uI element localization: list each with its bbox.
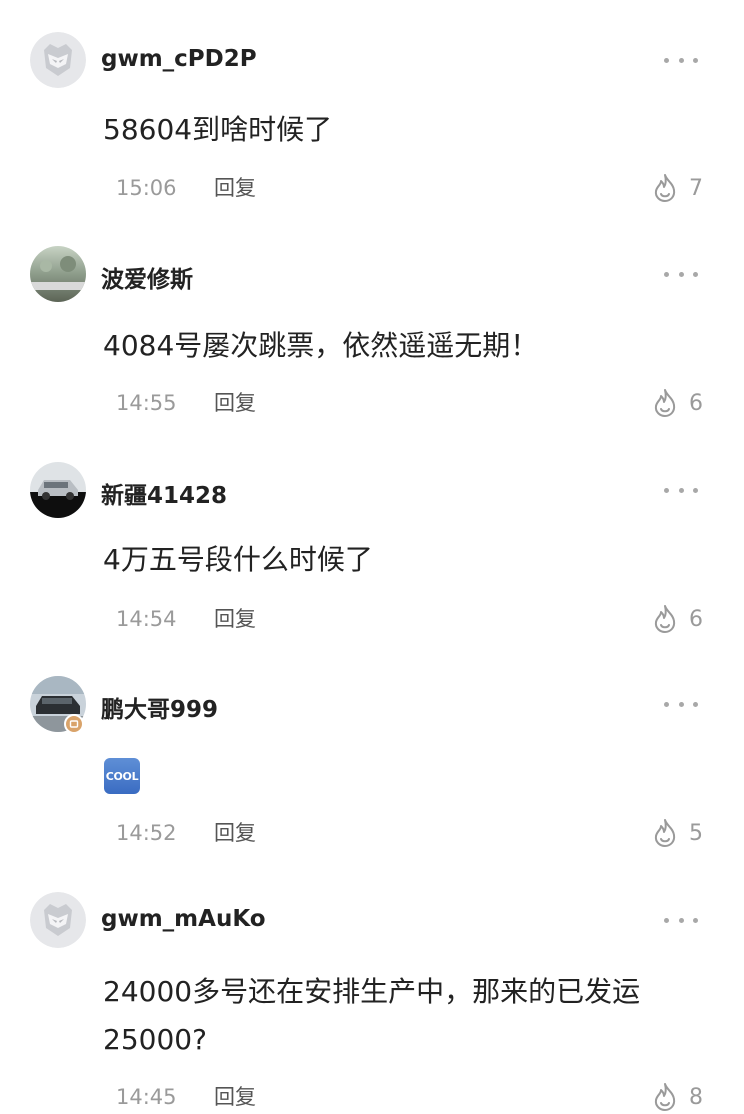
comment-meta: 14:55 回复 6 bbox=[116, 388, 716, 418]
reply-button[interactable]: 回复 bbox=[214, 604, 256, 634]
comment-time: 14:54 bbox=[116, 607, 177, 631]
more-options-button[interactable] bbox=[664, 478, 698, 502]
comment-time: 14:55 bbox=[116, 391, 177, 415]
flame-like-icon bbox=[654, 174, 676, 202]
like-count: 6 bbox=[689, 390, 703, 416]
like-button[interactable]: 6 bbox=[651, 386, 703, 420]
like-button[interactable]: 6 bbox=[651, 602, 703, 636]
more-options-button[interactable] bbox=[664, 908, 698, 932]
mech-helmet-default-avatar-icon bbox=[30, 892, 86, 948]
reply-button[interactable]: 回复 bbox=[214, 1082, 256, 1112]
car-photo-avatar-icon bbox=[30, 462, 86, 518]
comment-text-line: 58604到啥时候了 bbox=[103, 113, 333, 146]
reply-button[interactable]: 回复 bbox=[214, 388, 256, 418]
cool-emoji-icon: COOL bbox=[104, 758, 140, 794]
username[interactable]: 鹏大哥999 bbox=[101, 690, 218, 724]
username[interactable]: 波爱修斯 bbox=[101, 260, 193, 294]
flame-like-icon bbox=[654, 1083, 676, 1111]
avatar[interactable] bbox=[30, 32, 86, 88]
username[interactable]: gwm_cPD2P bbox=[101, 46, 257, 72]
reply-button[interactable]: 回复 bbox=[214, 173, 256, 203]
more-options-button[interactable] bbox=[664, 262, 698, 286]
like-count: 6 bbox=[689, 606, 703, 632]
comment-meta: 15:06 回复 7 bbox=[116, 173, 716, 203]
mech-helmet-default-avatar-icon bbox=[30, 32, 86, 88]
comment-text-line: 4万五号段什么时候了 bbox=[103, 543, 373, 576]
avatar[interactable] bbox=[30, 892, 86, 948]
photo-avatar-icon bbox=[30, 246, 86, 302]
more-options-button[interactable] bbox=[664, 692, 698, 716]
avatar[interactable] bbox=[30, 462, 86, 518]
username[interactable]: gwm_mAuKo bbox=[101, 906, 266, 932]
comment-text: 24000多号还在安排生产中，那来的已发运 25000? bbox=[103, 968, 703, 1064]
flame-like-icon bbox=[654, 605, 676, 633]
comment-text: 58604到啥时候了 bbox=[103, 106, 703, 154]
comment-text-line: 4084号屡次跳票，依然遥遥无期！ bbox=[103, 329, 539, 362]
like-button[interactable]: 7 bbox=[651, 171, 703, 205]
flame-like-icon bbox=[654, 389, 676, 417]
vip-badge-icon bbox=[64, 714, 84, 734]
like-count: 5 bbox=[689, 820, 703, 846]
comment-text: 4万五号段什么时候了 bbox=[103, 536, 703, 584]
comment-text: 4084号屡次跳票，依然遥遥无期！ bbox=[103, 322, 703, 370]
more-options-button[interactable] bbox=[664, 48, 698, 72]
comment-meta: 14:54 回复 6 bbox=[116, 604, 716, 634]
like-count: 8 bbox=[689, 1084, 703, 1110]
comment-text-line: 25000? bbox=[103, 1023, 207, 1056]
comment-time: 15:06 bbox=[116, 176, 177, 200]
comment-time: 14:45 bbox=[116, 1085, 177, 1109]
flame-like-icon bbox=[654, 819, 676, 847]
comment-meta: 14:52 回复 5 bbox=[116, 818, 716, 848]
like-button[interactable]: 8 bbox=[651, 1080, 703, 1114]
username[interactable]: 新疆41428 bbox=[101, 476, 227, 510]
like-button[interactable]: 5 bbox=[651, 816, 703, 850]
reply-button[interactable]: 回复 bbox=[214, 818, 256, 848]
comment-text-line: 24000多号还在安排生产中，那来的已发运 bbox=[103, 975, 641, 1008]
avatar[interactable] bbox=[30, 246, 86, 302]
like-count: 7 bbox=[689, 175, 703, 201]
comment-meta: 14:45 回复 8 bbox=[116, 1082, 716, 1112]
comment-time: 14:52 bbox=[116, 821, 177, 845]
